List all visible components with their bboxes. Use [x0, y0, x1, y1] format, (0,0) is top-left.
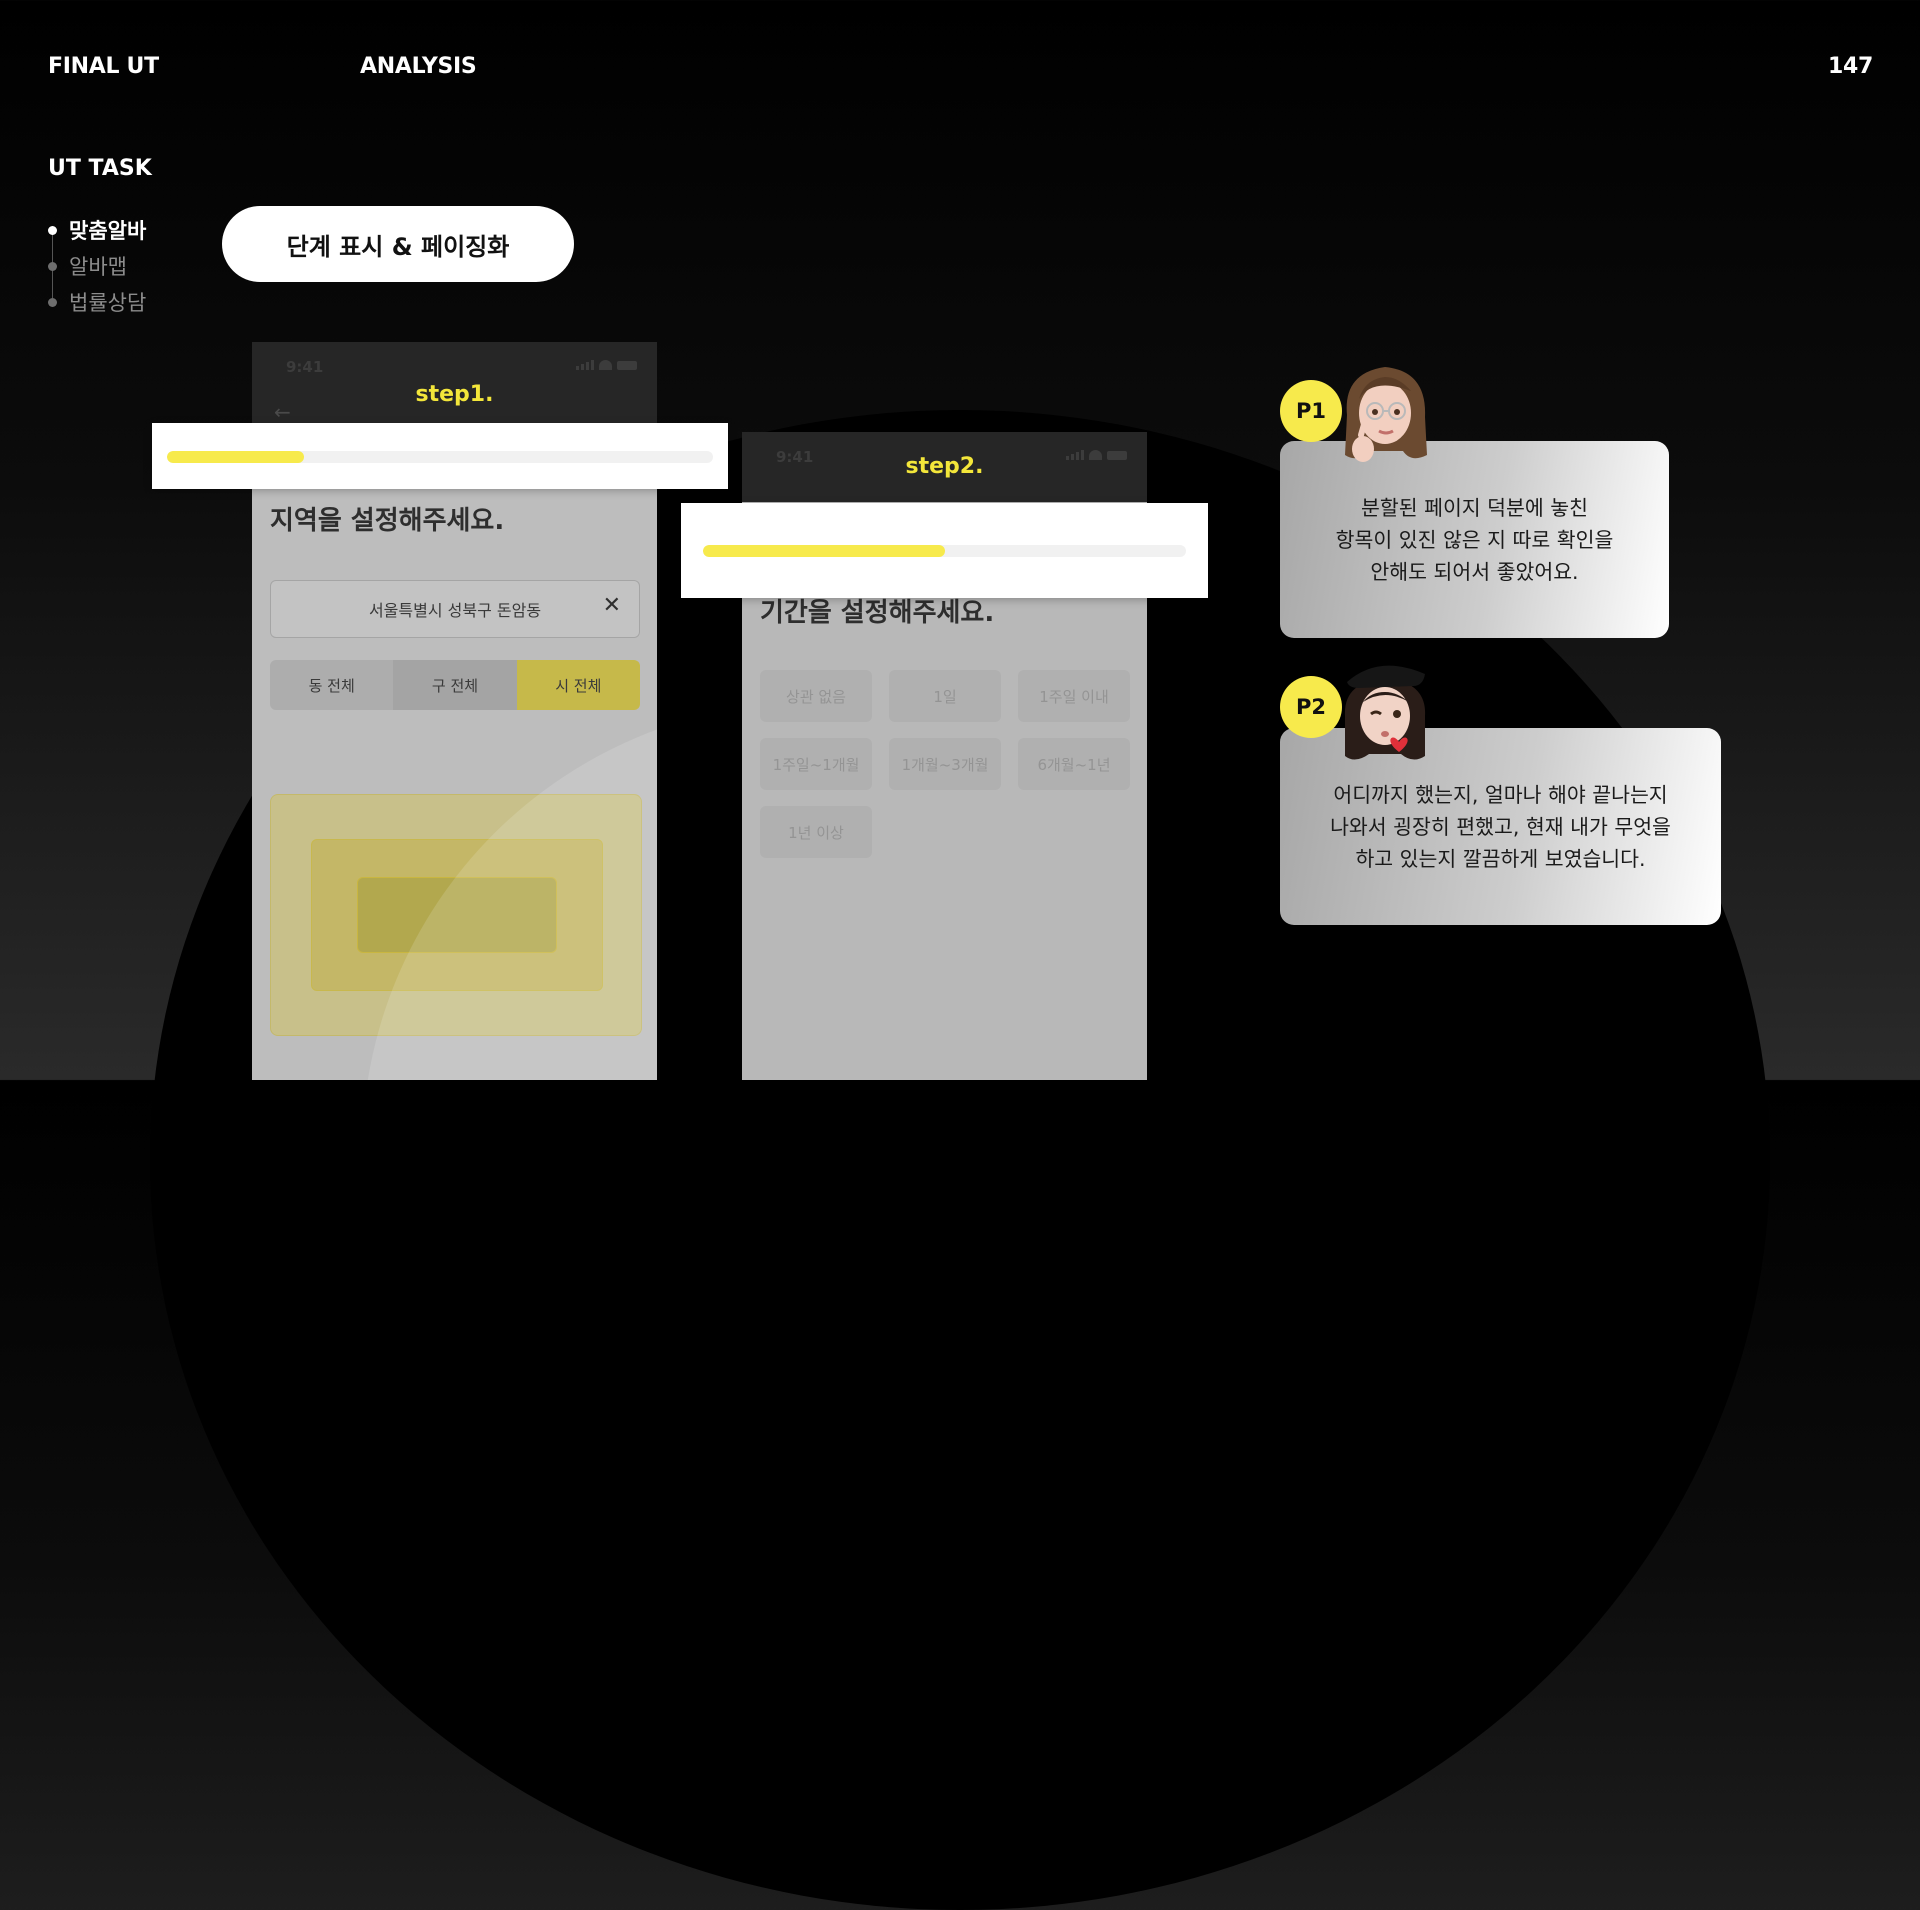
- feedback-line: 항목이 있진 않은 지 따로 확인을: [1335, 527, 1614, 552]
- phone-header: 9:41 step2.: [742, 432, 1147, 502]
- step-question: 지역을 설정해주세요.: [270, 506, 505, 536]
- segment-si[interactable]: 시 전체: [516, 660, 640, 710]
- thinking-avatar-icon: [1345, 367, 1427, 462]
- battery-icon: [617, 361, 637, 370]
- bullet-icon: [48, 225, 57, 235]
- progress-card-step1: [152, 423, 728, 489]
- task-item-label: 알바맵: [69, 255, 127, 279]
- period-chip[interactable]: 1년 이상: [760, 806, 872, 858]
- feedback-line: 나와서 굉장히 편했고, 현재 내가 무엇을: [1330, 814, 1671, 839]
- map-range-outer: [311, 839, 603, 991]
- progress-fill: [703, 545, 945, 557]
- page-number: 147: [1827, 54, 1873, 79]
- header-section: ANALYSIS: [360, 54, 477, 79]
- task-list: 맞춤알바 알바맵 법률상담: [48, 212, 146, 320]
- step-title: step1.: [415, 382, 494, 407]
- back-arrow-icon[interactable]: ←: [274, 400, 291, 424]
- task-item-job-map[interactable]: 알바맵: [48, 248, 146, 284]
- winking-avatar-icon: [1344, 665, 1426, 760]
- region-scope-segmented-control: 동 전체 구 전체 시 전체: [270, 660, 640, 710]
- task-item-label: 맞춤알바: [69, 219, 147, 243]
- period-chip[interactable]: 6개월~1년: [1018, 738, 1130, 790]
- status-icons: [576, 360, 637, 370]
- ut-task-title: UT TASK: [48, 156, 152, 181]
- signal-icon: [576, 360, 594, 370]
- progress-fill: [167, 451, 304, 463]
- phone-header: 9:41 step1. ←: [252, 342, 657, 424]
- task-item-custom-job[interactable]: 맞춤알바: [48, 212, 146, 248]
- participant-badge-p2: P2: [1280, 676, 1342, 738]
- feedback-line: 어디까지 했는지, 얼마나 해야 끝나는지: [1333, 782, 1668, 807]
- bullet-icon: [48, 261, 57, 271]
- address-field[interactable]: 서울특별시 성북구 돈암동 ✕: [270, 580, 640, 638]
- period-chip[interactable]: 1주일~1개월: [760, 738, 872, 790]
- feature-pill: 단계 표시 & 페이징화: [222, 206, 574, 282]
- address-value: 서울특별시 성북구 돈암동: [368, 601, 542, 620]
- task-item-legal-advice[interactable]: 법률상담: [48, 284, 146, 320]
- segment-dong[interactable]: 동 전체: [270, 660, 394, 710]
- segment-gu[interactable]: 구 전체: [393, 660, 517, 710]
- feedback-bubble-p1: 분할된 페이지 덕분에 놓친 항목이 있진 않은 지 따로 확인을 안해도 되어…: [1280, 441, 1669, 638]
- progress-track: [703, 545, 1186, 557]
- progress-card-step2: [681, 503, 1208, 598]
- bullet-icon: [48, 297, 57, 307]
- status-time: 9:41: [286, 358, 324, 376]
- step-title: step2.: [905, 454, 984, 479]
- feedback-line: 분할된 페이지 덕분에 놓친: [1360, 495, 1588, 520]
- period-chip[interactable]: 1주일 이내: [1018, 670, 1130, 722]
- period-chip[interactable]: 상관 없음: [760, 670, 872, 722]
- participant-badge-p1: P1: [1280, 380, 1342, 442]
- progress-track: [167, 451, 713, 463]
- wifi-icon: [599, 360, 612, 370]
- header-title: FINAL UT: [48, 54, 159, 79]
- period-chip[interactable]: 1일: [889, 670, 1001, 722]
- close-icon[interactable]: ✕: [603, 593, 621, 618]
- feedback-line: 안해도 되어서 좋았어요.: [1370, 559, 1579, 584]
- feedback-line: 하고 있는지 깔끔하게 보였습니다.: [1355, 846, 1646, 871]
- period-chip[interactable]: 1개월~3개월: [889, 738, 1001, 790]
- map-area[interactable]: [270, 794, 642, 1036]
- task-item-label: 법률상담: [69, 291, 147, 315]
- map-range-inner: [357, 877, 557, 953]
- period-chip-grid: 상관 없음 1일 1주일 이내 1주일~1개월 1개월~3개월 6개월~1년 1…: [760, 670, 1132, 858]
